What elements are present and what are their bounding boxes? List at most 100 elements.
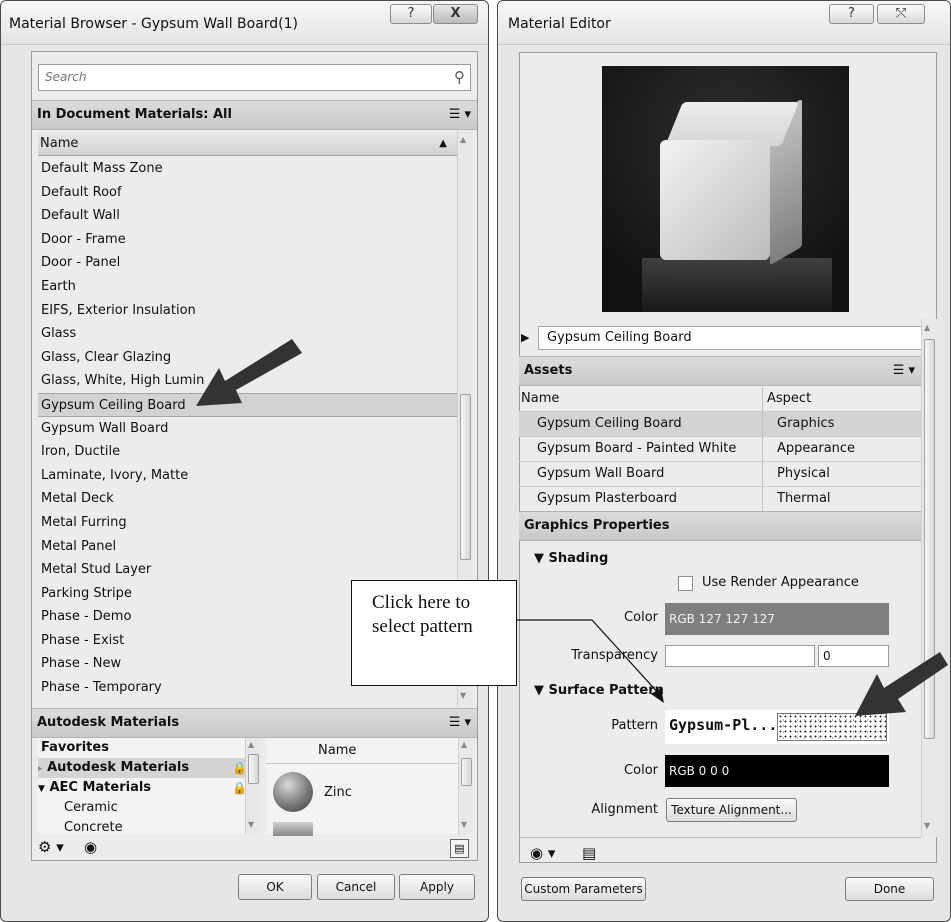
editor-scrollbar[interactable]: ▲ ▼ <box>921 319 937 837</box>
tree-scrollbar[interactable]: ▲ ▼ <box>245 738 261 834</box>
list-item[interactable]: Laminate, Ivory, Matte <box>38 464 457 488</box>
asset-list-icon[interactable]: ▤ <box>582 844 596 862</box>
expand-down-icon[interactable]: ▼ <box>38 784 45 794</box>
create-material-icon[interactable]: ◉ <box>84 838 97 856</box>
assets-header-label: Assets <box>524 363 573 378</box>
surface-pattern-section-toggle[interactable]: ▼ Surface Pattern <box>534 683 664 698</box>
assets-table-header: Name Aspect <box>519 387 921 412</box>
tree-scroll-up-icon[interactable]: ▲ <box>248 740 254 749</box>
list-item[interactable]: Metal Deck <box>38 487 457 511</box>
tree-concrete[interactable]: Concrete <box>38 818 259 834</box>
material-options-icon[interactable]: ⚙ ▾ <box>38 838 64 856</box>
add-asset-icon[interactable]: ◉ ▾ <box>530 844 555 862</box>
table-row[interactable]: Gypsum Board - Painted White Appearance <box>519 437 921 462</box>
toggle-library-panel-icon[interactable]: ▤ <box>450 839 469 858</box>
list-item[interactable]: Metal Panel <box>38 535 457 559</box>
list-item[interactable]: Default Roof <box>38 181 457 205</box>
grid-scroll-thumb[interactable] <box>461 758 472 786</box>
cancel-button[interactable]: Cancel <box>317 874 395 900</box>
list-item[interactable]: Glass, White, High Lumin <box>38 369 457 393</box>
use-render-appearance-checkbox[interactable] <box>678 576 693 591</box>
shading-color-swatch[interactable]: RGB 127 127 127 <box>665 603 889 635</box>
list-item[interactable]: Metal Stud Layer <box>38 558 457 582</box>
browser-close-button[interactable]: X <box>433 4 478 24</box>
pattern-selector[interactable]: Gypsum-Pl... <box>665 710 889 744</box>
sort-ascending-icon[interactable]: ▲ <box>439 131 447 156</box>
list-item[interactable]: Gypsum Ceiling Board <box>38 392 457 417</box>
material-thumbnail[interactable] <box>273 822 313 836</box>
preview-cube-front <box>660 140 770 260</box>
list-item[interactable]: Earth <box>38 275 457 299</box>
tree-concrete-label: Concrete <box>64 820 123 834</box>
list-item[interactable]: Door - Frame <box>38 228 457 252</box>
tree-scroll-down-icon[interactable]: ▼ <box>248 820 254 829</box>
texture-alignment-button[interactable]: Texture Alignment... <box>666 798 797 822</box>
grid-scroll-up-icon[interactable]: ▲ <box>461 740 467 749</box>
editor-scroll-thumb[interactable] <box>924 339 935 739</box>
grid-scrollbar[interactable]: ▲ ▼ <box>458 738 474 834</box>
scroll-up-icon[interactable]: ▲ <box>460 135 466 144</box>
ok-button[interactable]: OK <box>238 874 312 900</box>
editor-scroll-down-icon[interactable]: ▼ <box>924 821 930 830</box>
list-item[interactable]: Glass <box>38 322 457 346</box>
list-item[interactable]: Door - Panel <box>38 251 457 275</box>
name-column-label: Name <box>40 136 79 151</box>
expand-right-icon[interactable]: ▸ <box>38 764 43 774</box>
annotation-callout: Click here to select pattern <box>351 580 517 686</box>
asset-name-field[interactable]: ▶ Gypsum Ceiling Board <box>521 326 932 350</box>
list-view-menu-icon[interactable]: ☰ ▾ <box>449 101 471 129</box>
alignment-label: Alignment <box>591 802 658 817</box>
shading-section-toggle[interactable]: ▼ Shading <box>534 551 608 566</box>
use-render-appearance-label: Use Render Appearance <box>702 575 859 590</box>
tree-ceramic[interactable]: Ceramic <box>38 798 259 818</box>
done-button[interactable]: Done <box>845 877 934 901</box>
table-row[interactable]: Gypsum Plasterboard Thermal <box>519 487 921 512</box>
search-box[interactable]: ⚲ <box>38 64 471 91</box>
browser-help-button[interactable]: ? <box>390 4 432 24</box>
editor-title: Material Editor <box>508 16 611 32</box>
list-item[interactable]: Iron, Ductile <box>38 440 457 464</box>
transparency-value-field[interactable]: 0 <box>818 645 889 667</box>
tree-scroll-thumb[interactable] <box>248 754 259 784</box>
table-row[interactable]: Gypsum Ceiling Board Graphics <box>519 412 921 437</box>
list-item[interactable]: EIFS, Exterior Insulation <box>38 299 457 323</box>
table-row[interactable]: Gypsum Wall Board Physical <box>519 462 921 487</box>
list-item[interactable]: Default Mass Zone <box>38 157 457 181</box>
pattern-preview[interactable] <box>777 713 887 741</box>
zinc-label[interactable]: Zinc <box>324 785 352 800</box>
asset-row-aspect: Thermal <box>777 491 831 506</box>
assets-view-menu-icon[interactable]: ☰ ▾ <box>893 357 915 385</box>
transparency-slider[interactable] <box>665 645 815 667</box>
list-item[interactable]: Glass, Clear Glazing <box>38 346 457 370</box>
expand-asset-icon[interactable]: ▶ <box>521 327 529 349</box>
search-icon[interactable]: ⚲ <box>454 68 465 86</box>
material-editor-window: Material Editor ? ⤲ ▶ Gypsum Ceiling Boa… <box>497 0 951 922</box>
graphics-properties-header: Graphics Properties <box>519 511 921 541</box>
materials-scroll-thumb[interactable] <box>460 394 471 560</box>
search-input[interactable] <box>39 65 439 89</box>
custom-parameters-button[interactable]: Custom Parameters <box>521 877 646 901</box>
apply-button[interactable]: Apply <box>399 874 475 900</box>
autodesk-materials-label: Autodesk Materials <box>37 715 180 730</box>
tree-favorites[interactable]: Favorites <box>38 738 259 758</box>
grid-scroll-down-icon[interactable]: ▼ <box>461 820 467 829</box>
editor-close-button[interactable]: ⤲ <box>877 4 925 24</box>
tree-aec-materials[interactable]: ▼ AEC Materials 🔒 <box>38 778 259 798</box>
list-item[interactable]: Default Wall <box>38 204 457 228</box>
surface-color-swatch[interactable]: RGB 0 0 0 <box>665 755 889 787</box>
editor-help-button[interactable]: ? <box>829 4 874 24</box>
tree-autodesk-materials[interactable]: ▸ Autodesk Materials 🔒 <box>38 758 259 778</box>
scroll-down-icon[interactable]: ▼ <box>460 691 466 700</box>
list-item[interactable]: Metal Furring <box>38 511 457 535</box>
asset-row-aspect: Graphics <box>777 416 835 431</box>
grid-name-label: Name <box>318 743 357 758</box>
grid-name-header[interactable]: Name <box>266 738 458 764</box>
assets-col-name: Name <box>521 391 560 406</box>
zinc-thumbnail[interactable] <box>273 772 313 812</box>
editor-scroll-up-icon[interactable]: ▲ <box>924 323 930 332</box>
name-column-header[interactable]: Name ▲ <box>38 131 457 156</box>
list-item[interactable]: Gypsum Wall Board <box>38 417 457 441</box>
tree-autodesk-label: Autodesk Materials <box>47 760 190 775</box>
library-view-menu-icon[interactable]: ☰ ▾ <box>449 709 471 737</box>
in-document-header: In Document Materials: All ☰ ▾ <box>32 100 477 130</box>
